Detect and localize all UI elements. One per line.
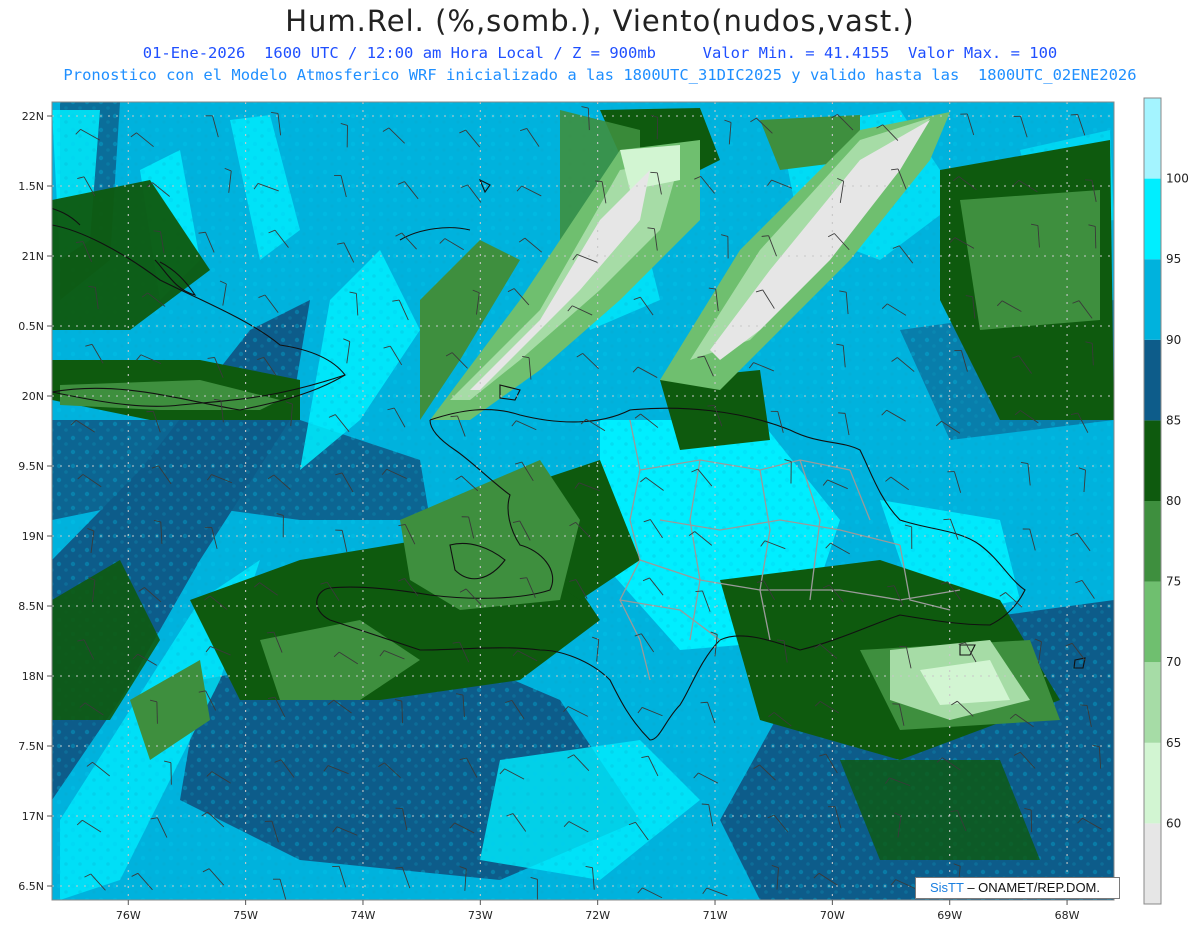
colorbar-label: 100	[1166, 172, 1189, 186]
x-tick-label: 76W	[116, 909, 141, 922]
credit-box: SisTT – ONAMET/REP.DOM.	[915, 877, 1120, 899]
y-axis: 22N 1.5N 21N 0.5N 20N 9.5N 19N 8.5N 18N 7.5N 17N 6.…	[18, 110, 52, 893]
y-tick-label: 19N	[22, 530, 44, 543]
x-tick-label: 73W	[468, 909, 493, 922]
colorbar-swatch	[1144, 339, 1161, 421]
colorbar-label: 60	[1166, 816, 1181, 830]
x-axis: 76W 75W 74W 73W 72W 71W 70W 69W 68W	[116, 900, 1080, 922]
colorbar-swatch	[1144, 581, 1161, 663]
colorbar-label: 80	[1166, 494, 1181, 508]
colorbar-swatch	[1144, 259, 1161, 340]
x-tick-label: 68W	[1055, 909, 1080, 922]
colorbar-swatch	[1144, 823, 1161, 904]
colorbar: 60 65 70 75 80 85 90 95 100	[1143, 97, 1189, 905]
y-tick-label: 20N	[22, 390, 44, 403]
x-tick-label: 75W	[233, 909, 258, 922]
colorbar-swatch	[1144, 662, 1161, 743]
colorbar-swatch	[1144, 98, 1161, 179]
colorbar-swatch	[1144, 178, 1161, 260]
colorbar-label: 65	[1166, 736, 1181, 750]
y-tick-label: 1.5N	[18, 180, 44, 193]
x-tick-label: 69W	[937, 909, 962, 922]
y-tick-label: 8.5N	[18, 600, 44, 613]
colorbar-label: 90	[1166, 333, 1181, 347]
x-tick-label: 74W	[351, 909, 376, 922]
colorbar-label: 75	[1166, 575, 1181, 589]
colorbar-swatch	[1144, 742, 1161, 824]
y-tick-label: 22N	[22, 110, 44, 123]
colorbar-label: 95	[1166, 252, 1181, 266]
credit-brand: SisTT	[930, 880, 964, 895]
y-tick-label: 7.5N	[18, 740, 44, 753]
y-tick-label: 6.5N	[18, 880, 44, 893]
x-tick-label: 72W	[585, 909, 610, 922]
colorbar-label: 85	[1166, 413, 1181, 427]
y-tick-label: 17N	[22, 810, 44, 823]
y-tick-label: 18N	[22, 670, 44, 683]
humidity-field	[52, 102, 1114, 900]
colorbar-swatch	[1144, 420, 1161, 501]
credit-text: – ONAMET/REP.DOM.	[963, 880, 1101, 895]
y-tick-label: 9.5N	[18, 460, 44, 473]
y-tick-label: 0.5N	[18, 320, 44, 333]
humidity-map: 76W 75W 74W 73W 72W 71W 70W 69W 68W 22N 1.5N 21N 0.…	[18, 97, 1189, 922]
y-tick-label: 21N	[22, 250, 44, 263]
x-tick-label: 70W	[820, 909, 845, 922]
colorbar-swatch	[1144, 501, 1161, 582]
colorbar-label: 70	[1166, 655, 1181, 669]
x-tick-label: 71W	[703, 909, 728, 922]
